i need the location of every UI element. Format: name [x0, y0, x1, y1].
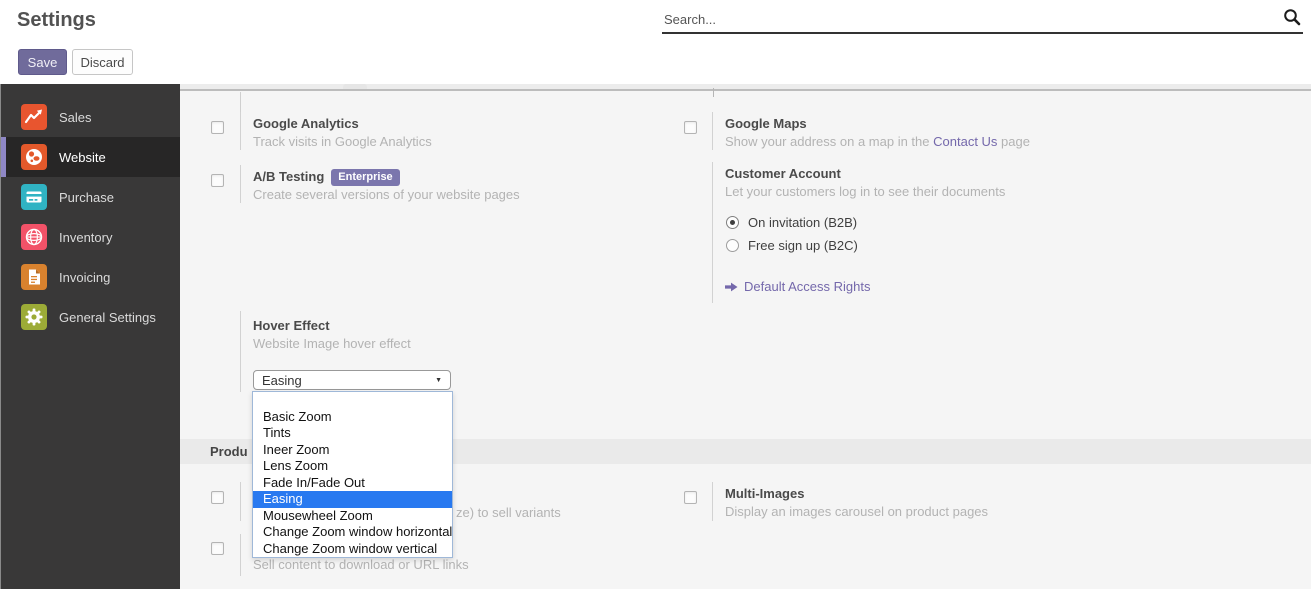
dropdown-option[interactable]: Mousewheel Zoom [253, 508, 452, 525]
sidebar-item-website[interactable]: Website [1, 137, 180, 177]
purchase-card-icon [21, 184, 47, 210]
dropdown-option[interactable]: Change Zoom window horizontal [253, 524, 452, 541]
ab-testing-title: A/B Testing Enterprise [253, 169, 400, 187]
divider [712, 162, 713, 303]
enterprise-badge: Enterprise [331, 169, 399, 186]
dropdown-option[interactable]: Fade In/Fade Out [253, 475, 452, 492]
sidebar-item-purchase[interactable]: Purchase [1, 177, 180, 217]
link-label: Default Access Rights [744, 279, 870, 294]
google-analytics-title: Google Analytics [253, 116, 359, 131]
divider [240, 482, 241, 521]
desc-text: Show your address on a map in the [725, 134, 933, 149]
divider [240, 112, 241, 150]
contact-us-link[interactable]: Contact Us [933, 134, 997, 149]
save-button[interactable]: Save [18, 49, 67, 75]
sales-chart-icon [21, 104, 47, 130]
divider [240, 165, 241, 203]
digital-content-desc: Sell content to download or URL links [253, 557, 469, 572]
desc-text: page [997, 134, 1030, 149]
ab-testing-desc: Create several versions of your website … [253, 187, 520, 202]
google-analytics-checkbox[interactable] [211, 121, 224, 134]
hover-effect-dropdown-list: Basic Zoom Tints Ineer Zoom Lens Zoom Fa… [252, 391, 453, 558]
dropdown-option-empty[interactable] [253, 392, 452, 409]
sidebar-item-general-settings[interactable]: General Settings [1, 297, 180, 337]
arrow-right-icon [725, 282, 738, 292]
divider [712, 112, 713, 150]
sidebar-item-label: Website [59, 150, 106, 165]
divider [240, 311, 241, 392]
chevron-down-icon: ▼ [435, 377, 442, 384]
product-variants-desc-fragment: ze) to sell variants [456, 505, 561, 520]
sidebar-item-label: General Settings [59, 310, 156, 325]
title-text: A/B Testing [253, 169, 324, 184]
row-divider-remnant [240, 92, 241, 114]
radio-on-invitation[interactable]: On invitation (B2B) [726, 215, 857, 230]
multi-images-checkbox[interactable] [684, 491, 697, 504]
divider [712, 482, 713, 521]
website-globe-icon [21, 144, 47, 170]
customer-account-title: Customer Account [725, 166, 841, 181]
google-maps-desc: Show your address on a map in the Contac… [725, 134, 1030, 149]
google-analytics-desc: Track visits in Google Analytics [253, 134, 432, 149]
sidebar-item-label: Invoicing [59, 270, 110, 285]
sidebar-item-label: Inventory [59, 230, 112, 245]
dropdown-option[interactable]: Change Zoom window vertical [253, 541, 452, 558]
search-bar [662, 4, 1303, 34]
radio-button[interactable] [726, 239, 739, 252]
invoicing-document-icon [21, 264, 47, 290]
radio-label: On invitation (B2B) [748, 215, 857, 230]
sidebar-item-label: Sales [59, 110, 92, 125]
dropdown-option[interactable]: Ineer Zoom [253, 442, 452, 459]
select-value: Easing [262, 373, 302, 388]
divider [240, 534, 241, 576]
product-variants-checkbox[interactable] [211, 491, 224, 504]
sidebar-item-label: Purchase [59, 190, 114, 205]
digital-content-checkbox[interactable] [211, 542, 224, 555]
default-access-rights-link[interactable]: Default Access Rights [725, 279, 870, 294]
search-icon[interactable] [1283, 8, 1301, 26]
dropdown-option[interactable]: Basic Zoom [253, 409, 452, 426]
general-settings-gear-icon [21, 304, 47, 330]
google-maps-title: Google Maps [725, 116, 807, 131]
ab-testing-checkbox[interactable] [211, 174, 224, 187]
hover-effect-desc: Website Image hover effect [253, 336, 411, 351]
radio-button-selected[interactable] [726, 216, 739, 229]
discard-button[interactable]: Discard [72, 49, 133, 75]
section-divider [180, 89, 1311, 91]
google-maps-checkbox[interactable] [684, 121, 697, 134]
dropdown-option[interactable]: Tints [253, 425, 452, 442]
sidebar: Sales Website Pu [0, 84, 180, 589]
inventory-sphere-icon [21, 224, 47, 250]
radio-label: Free sign up (B2C) [748, 238, 858, 253]
multi-images-title: Multi-Images [725, 486, 804, 501]
sidebar-item-invoicing[interactable]: Invoicing [1, 257, 180, 297]
dropdown-option[interactable]: Lens Zoom [253, 458, 452, 475]
hover-effect-select[interactable]: Easing ▼ [253, 370, 451, 390]
sidebar-item-sales[interactable]: Sales [1, 97, 180, 137]
search-input[interactable] [664, 8, 1254, 30]
page-title: Settings [17, 9, 96, 32]
products-section-title: Produ [210, 439, 248, 464]
column-divider-remnant [713, 88, 714, 97]
sidebar-item-inventory[interactable]: Inventory [1, 217, 180, 257]
customer-account-desc: Let your customers log in to see their d… [725, 184, 1005, 199]
settings-page: Settings Save Discard Sales [0, 0, 1311, 589]
radio-free-sign-up[interactable]: Free sign up (B2C) [726, 238, 858, 253]
multi-images-desc: Display an images carousel on product pa… [725, 504, 988, 519]
settings-content: Google Analytics Track visits in Google … [180, 84, 1311, 589]
dropdown-option-highlighted[interactable]: Easing [253, 491, 452, 508]
hover-effect-title: Hover Effect [253, 318, 330, 333]
